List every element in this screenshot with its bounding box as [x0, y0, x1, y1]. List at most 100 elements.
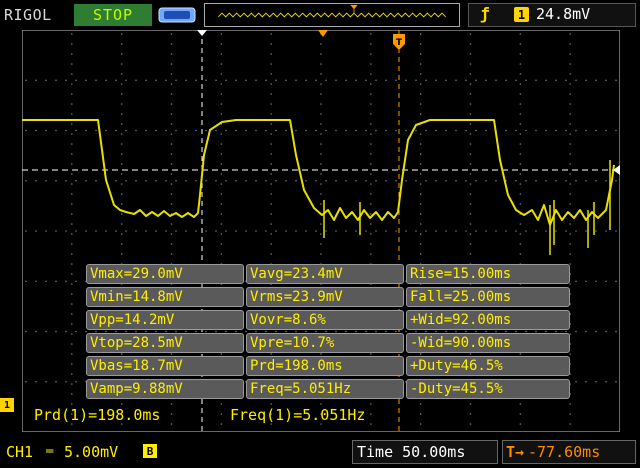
- graticule-dot: [120, 153, 123, 155]
- graticule-dot: [365, 129, 367, 132]
- graticule-dot: [170, 203, 173, 205]
- graticule-dot: [405, 179, 407, 182]
- graticule-dot: [120, 163, 123, 165]
- graticule-dot: [295, 179, 297, 182]
- graticule-dot: [419, 73, 422, 75]
- graticule-dot: [519, 73, 522, 75]
- timebase-label: Time: [357, 443, 394, 461]
- graticule-dot: [320, 133, 322, 135]
- graticule-dot: [270, 53, 272, 55]
- graticule-dot: [519, 203, 522, 205]
- measurement-cell: +Duty=46.5%: [406, 356, 570, 376]
- graticule-dot: [615, 179, 617, 182]
- graticule-dot: [495, 230, 497, 232]
- graticule-dot: [469, 213, 472, 215]
- graticule-dot: [145, 230, 147, 232]
- graticule-dot: [405, 79, 407, 82]
- graticule-dot: [85, 129, 87, 132]
- graticule-dot: [275, 79, 277, 82]
- graticule-dot: [365, 79, 367, 82]
- graticule-dot: [270, 223, 272, 225]
- graticule-dot: [519, 253, 522, 255]
- graticule-dot: [275, 179, 277, 182]
- graticule-dot: [419, 213, 422, 215]
- graticule-dot: [75, 179, 77, 182]
- graticule-dot: [469, 73, 472, 75]
- graticule-dot: [220, 143, 223, 145]
- graticule-dot: [215, 129, 217, 132]
- graticule-dot: [569, 33, 571, 35]
- graticule-dot: [465, 179, 467, 182]
- run-state-button[interactable]: STOP: [74, 4, 152, 26]
- graticule-dot: [270, 103, 272, 105]
- measurement-cell: Vovr=8.6%: [246, 310, 404, 330]
- graticule-dot: [220, 43, 223, 45]
- graticule-dot: [469, 163, 472, 165]
- graticule-dot: [120, 213, 123, 215]
- graticule-dot: [419, 183, 422, 185]
- graticule-dot: [170, 193, 173, 195]
- graticule-dot: [185, 179, 187, 182]
- graticule-dot: [320, 183, 322, 185]
- graticule-dot: [55, 280, 57, 283]
- graticule-dot: [170, 163, 173, 165]
- graticule-dot: [71, 63, 73, 65]
- graticule-dot: [370, 103, 372, 105]
- graticule-dot: [555, 179, 557, 182]
- graticule-dot: [345, 129, 347, 132]
- graticule-dot: [535, 129, 537, 132]
- graticule-dot: [170, 53, 173, 55]
- graticule-dot: [270, 123, 272, 125]
- graticule-dot: [120, 63, 123, 65]
- graticule-dot: [419, 103, 422, 105]
- brand-logo: RIGOL: [4, 6, 52, 24]
- graticule-dot: [270, 33, 272, 35]
- graticule-dot: [569, 403, 571, 405]
- graticule-dot: [220, 193, 223, 195]
- ch1-label[interactable]: CH1: [6, 443, 33, 461]
- ch1-position-marker[interactable]: 1: [0, 398, 14, 412]
- dc-coupling-icon: ═: [46, 444, 54, 458]
- graticule-dot: [120, 223, 123, 225]
- measurement-cell: Prd=198.0ms: [246, 356, 404, 376]
- graticule-dot: [245, 179, 247, 182]
- graticule-dot: [220, 223, 223, 225]
- graticule-dot: [395, 79, 397, 82]
- graticule-dot: [135, 179, 137, 182]
- graticule-dot: [120, 73, 123, 75]
- graticule-dot: [65, 79, 67, 82]
- graticule-dot: [285, 230, 287, 232]
- graticule-dot: [370, 193, 372, 195]
- graticule-dot: [505, 230, 507, 232]
- graticule-dot: [345, 79, 347, 82]
- graticule-dot: [370, 93, 372, 95]
- graticule-dot: [519, 53, 522, 55]
- graticule-dot: [595, 380, 597, 383]
- graticule-dot: [320, 143, 322, 145]
- graticule-dot: [315, 230, 317, 232]
- graticule-dot: [320, 73, 322, 75]
- graticule-dot: [445, 129, 447, 132]
- graticule-dot: [469, 173, 472, 175]
- graticule-dot: [220, 233, 223, 235]
- graticule-dot: [375, 129, 377, 132]
- graticule-dot: [615, 380, 617, 383]
- graticule-dot: [170, 123, 173, 125]
- graticule-dot: [315, 179, 317, 182]
- graticule-dot: [170, 153, 173, 155]
- graticule-dot: [270, 173, 272, 175]
- graticule-dot: [285, 129, 287, 132]
- graticule-dot: [85, 179, 87, 182]
- graticule-dot: [71, 243, 73, 245]
- graticule-dot: [519, 403, 522, 405]
- graticule-dot: [25, 179, 27, 182]
- waveform-overview-bar[interactable]: [204, 3, 460, 27]
- graticule-dot: [465, 230, 467, 232]
- graticule-dot: [370, 123, 372, 125]
- graticule-dot: [455, 79, 457, 82]
- graticule-dot: [515, 230, 517, 232]
- graticule-dot: [25, 129, 27, 132]
- graticule-dot: [120, 403, 123, 405]
- ch1-vertical-scale[interactable]: 5.00mV: [64, 443, 118, 461]
- graticule-dot: [120, 113, 123, 115]
